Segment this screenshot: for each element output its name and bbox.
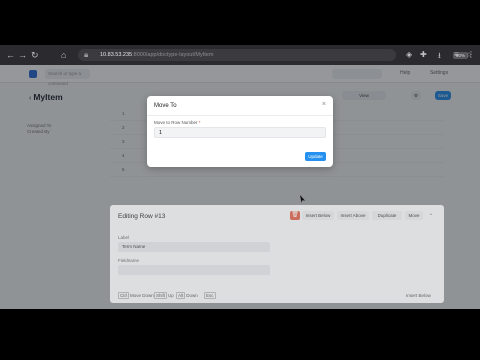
shortcut-hint: Esc xyxy=(204,292,216,299)
shortcut-hint: Ctrl Move Down xyxy=(118,292,154,299)
insert-below-link[interactable]: Insert Below xyxy=(406,293,431,298)
update-button[interactable]: Update xyxy=(305,152,326,161)
insert-below-button[interactable]: Insert Below xyxy=(302,211,334,220)
url-text: 10.83.53.235:8000/app/doctype-layout/MyI… xyxy=(100,52,214,58)
row-number-input[interactable]: 1 xyxy=(154,127,326,138)
row-number-label: Move to Row Number * xyxy=(154,120,201,125)
address-bar[interactable]: 🔒︎ 10.83.53.235:8000/app/doctype-layout/… xyxy=(78,49,472,61)
move-to-dialog: Move To × Move to Row Number * 1 Update xyxy=(147,96,333,167)
reload-icon[interactable]: ↻ xyxy=(31,50,39,60)
overflow-icon[interactable]: ⋮ xyxy=(467,50,475,59)
forward-icon[interactable]: → xyxy=(18,50,27,60)
download-icon[interactable]: ⭳ xyxy=(438,50,441,64)
menu-icon[interactable]: ≡ xyxy=(454,50,459,59)
dialog-title: Move To xyxy=(154,103,177,109)
screen: ← → ↻ ⌂ 🔒︎ 10.83.53.235:8000/app/doctype… xyxy=(0,45,480,309)
app: Search or type a command Help Settings ‹… xyxy=(0,65,480,309)
dialog-divider xyxy=(147,115,333,116)
insert-above-button[interactable]: Insert Above xyxy=(337,211,369,220)
fieldname-field[interactable] xyxy=(118,265,270,275)
lock-icon: 🔒︎ xyxy=(84,50,89,59)
editing-row-title: Editing Row #13 xyxy=(118,213,166,220)
move-button[interactable]: Move xyxy=(405,211,423,220)
home-icon[interactable]: ⌂ xyxy=(61,50,66,60)
label-field[interactable]: Term Name xyxy=(118,242,270,252)
label-field-label: Label xyxy=(118,235,130,240)
delete-row-button[interactable]: 🗑 xyxy=(290,211,300,220)
shortcut-hint: Alt Down xyxy=(176,292,198,299)
extension-icon[interactable]: ✚ xyxy=(420,50,427,59)
editing-row-panel: Editing Row #13 🗑 Insert Below Insert Ab… xyxy=(110,205,444,303)
shield-icon[interactable]: ◈ xyxy=(406,50,412,59)
back-icon[interactable]: ← xyxy=(6,50,15,60)
close-icon[interactable]: × xyxy=(322,100,326,110)
duplicate-button[interactable]: Duplicate xyxy=(372,211,402,220)
fieldname-field-label: Fieldname xyxy=(118,258,140,263)
collapse-icon[interactable]: ⌃ xyxy=(426,211,436,220)
browser-toolbar: ← → ↻ ⌂ 🔒︎ 10.83.53.235:8000/app/doctype… xyxy=(0,45,480,65)
shortcut-hint: Shift Up xyxy=(154,292,174,299)
